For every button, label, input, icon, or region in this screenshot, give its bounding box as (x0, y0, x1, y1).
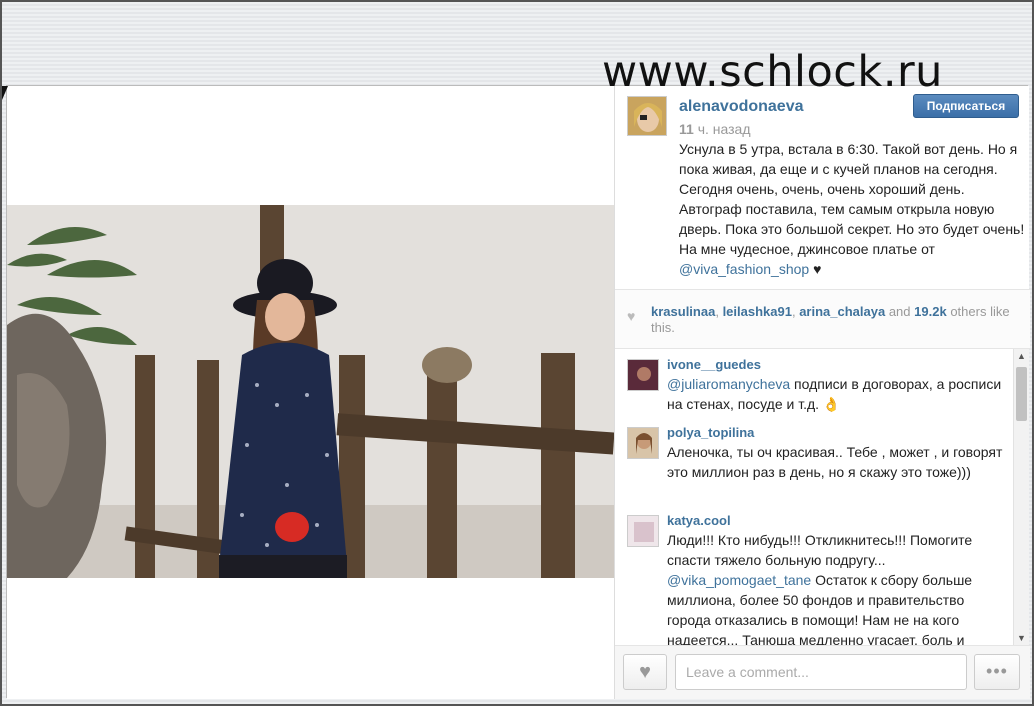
post-sidebar: alenavodonaeva Подписаться 11 ч. назад У… (614, 86, 1030, 699)
author-avatar[interactable] (627, 96, 667, 136)
post-header: alenavodonaeva Подписаться 11 ч. назад У… (615, 86, 1030, 289)
scroll-up-icon[interactable]: ▲ (1017, 351, 1026, 361)
comment-text: Люди!!! Кто нибудь!!! Откликнитесь!!! По… (667, 530, 1007, 645)
photo-illustration (7, 205, 614, 578)
comment-mention-link[interactable]: @juliaromanycheva (667, 376, 790, 392)
liker-link[interactable]: krasulinaa (651, 304, 715, 319)
comment-body: Люди!!! Кто нибудь!!! Откликнитесь!!! По… (667, 532, 973, 568)
heart-icon: ♥ (627, 308, 636, 324)
comments-scrollbar[interactable]: ▲ ▼ (1013, 349, 1029, 645)
caption-text: Уснула в 5 утра, встала в 6:30. Такой во… (679, 141, 1025, 257)
commenter-avatar[interactable] (627, 515, 659, 547)
avatar-image (628, 97, 666, 135)
post-caption: Уснула в 5 утра, встала в 6:30. Такой во… (679, 139, 1025, 279)
liker-link[interactable]: arina_chalaya (799, 304, 885, 319)
comments-list[interactable]: ivone__guedes @juliaromanycheva подписи … (615, 349, 1012, 645)
commenter-avatar-image (628, 360, 658, 390)
heart-icon: ♥ (639, 661, 651, 683)
like-button[interactable]: ♥ (623, 654, 667, 690)
photo-pane (7, 86, 614, 699)
post-modal: alenavodonaeva Подписаться 11 ч. назад У… (6, 85, 1030, 699)
watermark-text: www.schlock.ru (602, 47, 943, 97)
commenter-avatar[interactable] (627, 427, 659, 459)
likes-count[interactable]: 19.2k (914, 304, 947, 319)
author-username[interactable]: alenavodonaeva (679, 98, 804, 116)
caption-mention-link[interactable]: @viva_fashion_shop (679, 261, 809, 277)
comment-mention-link[interactable]: @vika_pomogaet_tane (667, 572, 811, 588)
comment-footer: ♥ ••• (615, 645, 1030, 699)
commenter-avatar-image (628, 516, 658, 546)
commenter-avatar[interactable] (627, 359, 659, 391)
likes-summary: ♥ krasulinaa, leilashka91, arina_chalaya… (615, 289, 1030, 349)
commenter-username[interactable]: ivone__guedes (667, 357, 761, 372)
commenter-avatar-image (628, 428, 658, 458)
commenter-username[interactable]: polya_topilina (667, 425, 754, 440)
time-unit: ч. назад (697, 121, 751, 137)
time-number: 11 (679, 121, 694, 137)
mouse-cursor-icon (2, 86, 8, 100)
likes-text: krasulinaa, leilashka91, arina_chalaya a… (651, 304, 1010, 335)
post-timestamp: 11 ч. назад (679, 121, 751, 137)
scrollbar-thumb[interactable] (1016, 367, 1027, 421)
liker-link[interactable]: leilashka91 (723, 304, 792, 319)
caption-tail: ♥ (809, 261, 822, 277)
comment-text: @juliaromanycheva подписи в договорах, а… (667, 374, 1007, 414)
commenter-username[interactable]: katya.cool (667, 513, 731, 528)
likes-and: and (888, 304, 911, 319)
comment-input[interactable] (675, 654, 967, 690)
post-photo[interactable] (7, 205, 614, 578)
more-options-button[interactable]: ••• (974, 654, 1020, 690)
comment-text: Аленочка, ты оч красивая.. Тебе , может … (667, 444, 1003, 480)
scroll-down-icon[interactable]: ▼ (1017, 633, 1026, 643)
